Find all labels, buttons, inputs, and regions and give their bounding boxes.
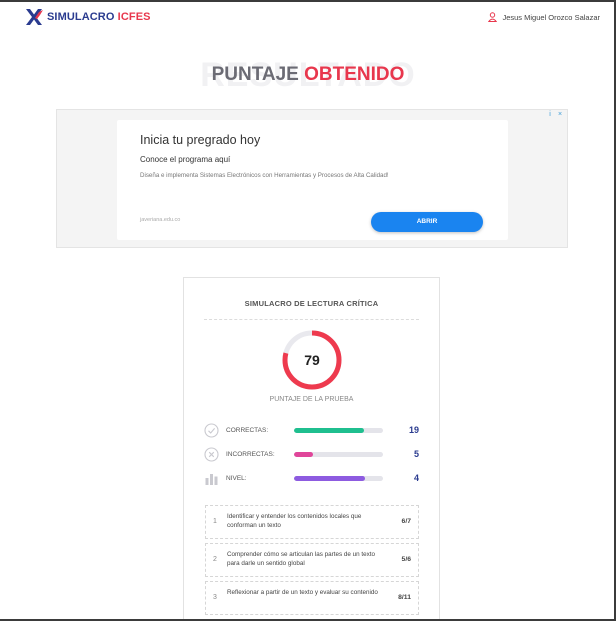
result-title: SIMULACRO DE LECTURA CRÍTICA (244, 299, 379, 308)
check-circle-icon (204, 423, 219, 438)
page-title: PUNTAJE OBTENIDO (0, 64, 616, 86)
user-icon (488, 12, 498, 22)
competency-item: 2 Comprender cómo se articulan las parte… (205, 543, 419, 577)
competency-number: 3 (213, 594, 217, 601)
user-name: Jesus Miguel Orozco Salazar (502, 12, 600, 22)
score-label: PUNTAJE DE LA PRUEBA (269, 396, 354, 403)
stat-bar-fill (294, 476, 366, 481)
logo-word-icfes: ICFES (117, 11, 151, 23)
stat-label: NIVEL: (226, 475, 247, 482)
stat-level: NIVEL: 4 (204, 471, 419, 487)
result-card: SIMULACRO DE LECTURA CRÍTICA 79 PUNTAJE … (183, 277, 440, 621)
competency-number: 1 (213, 518, 217, 525)
stat-bar-fill (294, 428, 365, 433)
stat-correct: CORRECTAS: 19 (204, 423, 419, 439)
ad-description: Diseña e implementa Sistemas Electrónico… (140, 172, 389, 179)
site-header: SIMULACRO ICFES Jesus Miguel Orozco Sala… (0, 2, 614, 32)
stat-incorrect: INCORRECTAS: 5 (204, 447, 419, 463)
stat-bar-fill (294, 452, 313, 457)
ad-choices[interactable]: i × (546, 111, 564, 119)
stat-value: 5 (413, 449, 419, 459)
ad-headline[interactable]: Inicia tu pregrado hoy (140, 133, 260, 147)
score-value: 79 (304, 352, 320, 368)
page-title-block: RESULTADO PUNTAJE OBTENIDO (0, 56, 616, 96)
ad-info-icon[interactable]: i (546, 111, 554, 119)
logo-x-icon (26, 9, 43, 25)
x-circle-icon (204, 447, 219, 462)
logo-word-simulacro: SIMULACRO (47, 11, 115, 23)
stat-bar (294, 452, 383, 457)
stat-value: 4 (413, 473, 419, 483)
competency-score: 8/11 (398, 594, 411, 601)
competency-number: 2 (213, 556, 217, 563)
stat-label: INCORRECTAS: (226, 451, 275, 458)
competency-text: Comprender cómo se articulan las partes … (227, 551, 376, 567)
divider (204, 319, 419, 320)
logo-text: SIMULACRO ICFES (47, 11, 151, 23)
stat-bar (294, 476, 383, 481)
ad-subheadline: Conoce el programa aquí (140, 155, 231, 164)
ad-card[interactable]: Inicia tu pregrado hoy Conoce el program… (117, 120, 508, 240)
stat-label: CORRECTAS: (226, 427, 269, 434)
competency-text: Reflexionar a partir de un texto y evalu… (227, 589, 378, 596)
ad-url[interactable]: javeriana.edu.co (140, 217, 180, 223)
title-word-puntaje: PUNTAJE (211, 64, 299, 85)
competency-score: 6/7 (401, 518, 411, 525)
stat-value: 19 (408, 425, 419, 435)
site-logo[interactable]: SIMULACRO ICFES (24, 8, 151, 26)
title-word-obtenido: OBTENIDO (304, 64, 405, 85)
competency-text: Identificar y entender los contenidos lo… (227, 513, 362, 529)
bar-chart-icon (205, 474, 218, 485)
competency-item: 3 Reflexionar a partir de un texto y eva… (205, 581, 419, 615)
stat-bar (294, 428, 383, 433)
competency-score: 5/6 (401, 556, 411, 563)
ad-banner: i × Inicia tu pregrado hoy Conoce el pro… (56, 109, 568, 248)
ad-close-icon[interactable]: × (556, 111, 564, 119)
user-menu[interactable]: Jesus Miguel Orozco Salazar (488, 12, 600, 22)
competency-item: 1 Identificar y entender los contenidos … (205, 505, 419, 539)
ad-open-button[interactable]: ABRIR (371, 212, 483, 232)
